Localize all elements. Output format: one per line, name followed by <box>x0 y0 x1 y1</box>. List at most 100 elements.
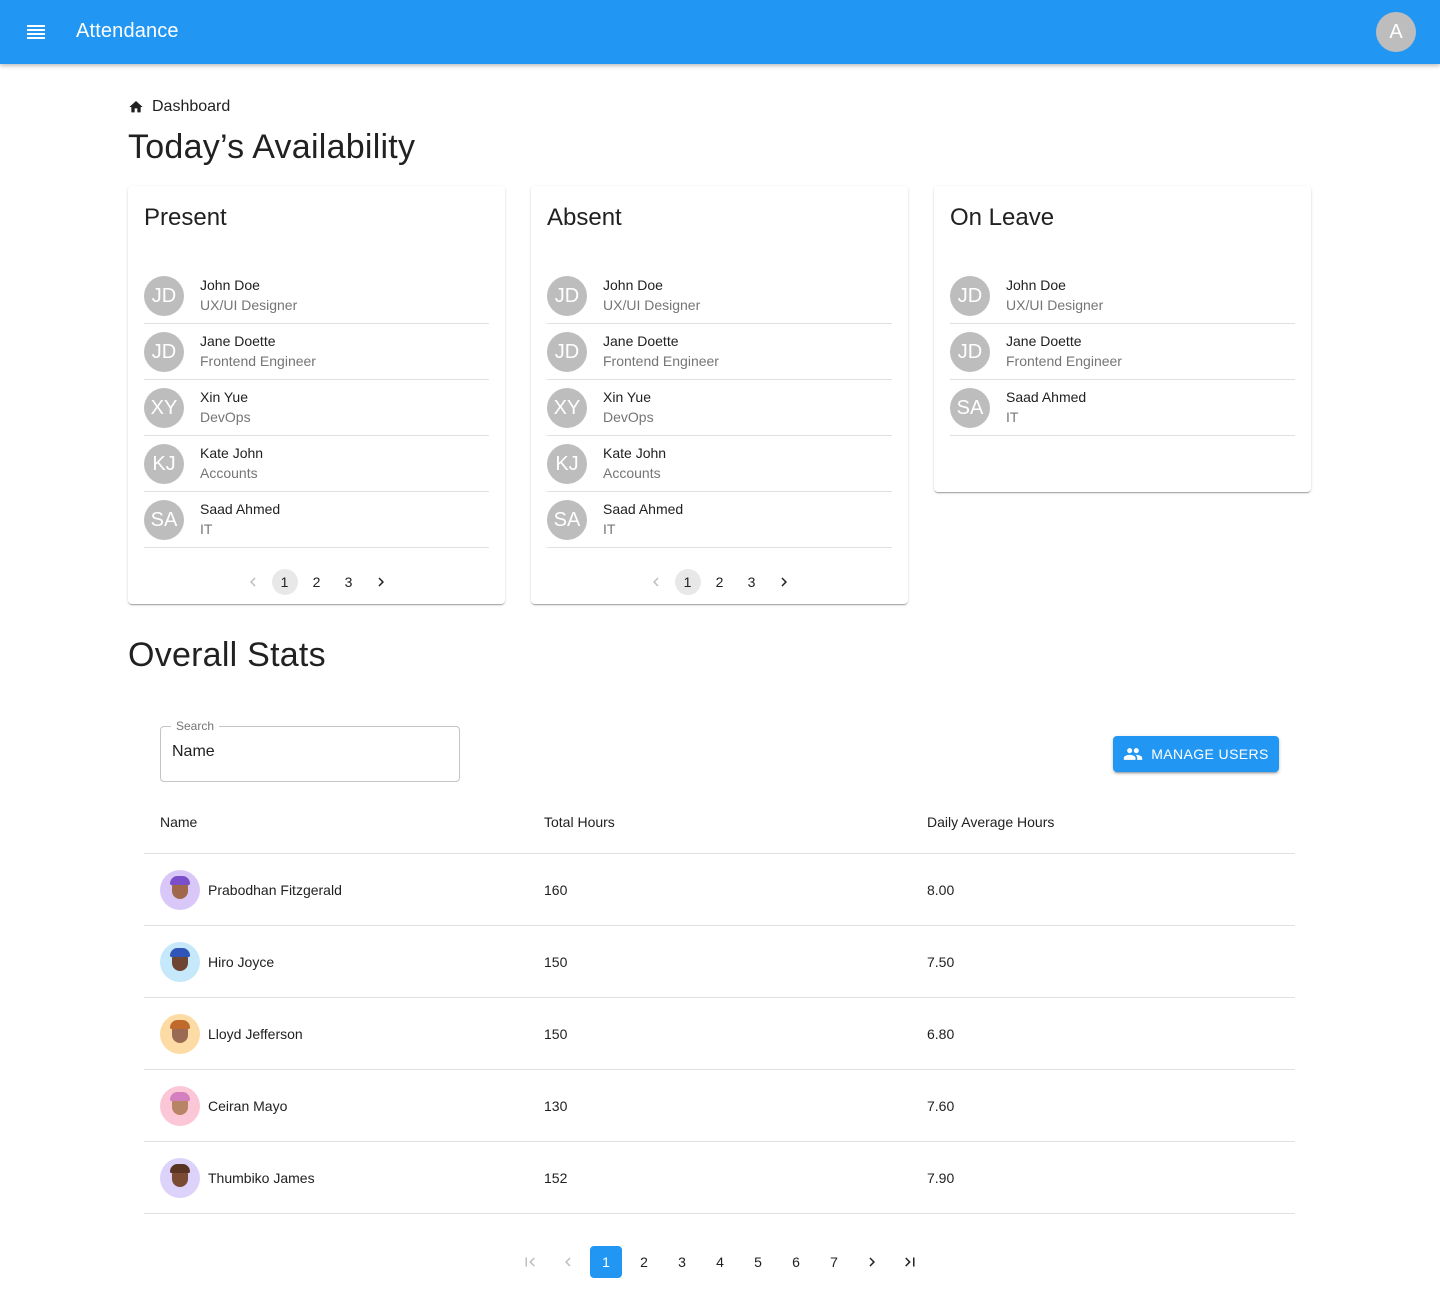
avatar: JD <box>950 332 990 372</box>
page-button[interactable]: 5 <box>742 1246 774 1278</box>
menu-icon[interactable] <box>24 20 48 44</box>
search-input[interactable] <box>172 743 442 761</box>
next-page-icon[interactable] <box>368 569 394 595</box>
page-button[interactable]: 3 <box>336 569 362 595</box>
search-field[interactable]: Search <box>160 719 460 782</box>
present-card: Present JD John Doe UX/UI Designer JD Jane D… <box>128 186 505 604</box>
page-button[interactable]: 6 <box>780 1246 812 1278</box>
person-name: Saad Ahmed <box>200 501 281 517</box>
availability-title: Today’s Availability <box>128 128 416 166</box>
stats-table: Name Total Hours Daily Average Hours Pra… <box>144 790 1295 1214</box>
breadcrumb[interactable]: Dashboard <box>128 98 230 116</box>
daily-average: 7.90 <box>927 1169 955 1186</box>
person-role: Accounts <box>603 465 661 481</box>
user-avatar-icon <box>160 1085 200 1126</box>
page-button[interactable]: 4 <box>704 1246 736 1278</box>
manage-users-label: MANAGE USERS <box>1151 746 1269 762</box>
list-item[interactable]: JD Jane Doette Frontend Engineer <box>950 324 1295 380</box>
avatar: JD <box>950 276 990 316</box>
header-total-hours[interactable]: Total Hours <box>544 814 615 830</box>
page-button[interactable]: 3 <box>666 1246 698 1278</box>
page-button[interactable]: 1 <box>271 569 298 595</box>
home-icon <box>129 101 143 113</box>
table-row[interactable]: Hiro Joyce 150 7.50 <box>144 926 1295 998</box>
daily-average: 6.80 <box>927 1025 955 1042</box>
list-item[interactable]: KJ Kate John Accounts <box>144 436 489 492</box>
list-item[interactable]: JD John Doe UX/UI Designer <box>144 268 489 324</box>
table-row[interactable]: Ceiran Mayo 130 7.60 <box>144 1070 1295 1142</box>
user-name: Hiro Joyce <box>208 953 275 970</box>
list-item[interactable]: JD Jane Doette Frontend Engineer <box>144 324 489 380</box>
page-button[interactable]: 2 <box>707 569 733 595</box>
card-title: On Leave <box>950 204 1055 231</box>
avatar: SA <box>950 388 990 428</box>
user-avatar[interactable]: A <box>1376 12 1416 52</box>
user-name: Ceiran Mayo <box>208 1097 288 1114</box>
person-name: Xin Yue <box>200 389 249 405</box>
list-item[interactable]: SA Saad Ahmed IT <box>144 492 489 548</box>
header-name[interactable]: Name <box>160 814 197 830</box>
table-body: Prabodhan Fitzgerald 160 8.00 Hiro Joyce 150… <box>144 854 1295 1214</box>
last-page-icon[interactable] <box>894 1246 926 1278</box>
total-hours: 130 <box>544 1097 568 1114</box>
total-hours: 152 <box>544 1169 568 1186</box>
card-title: Absent <box>547 204 622 231</box>
list-item[interactable]: JD John Doe UX/UI Designer <box>950 268 1295 324</box>
name-cell: Thumbiko James <box>160 1157 315 1198</box>
stats-title: Overall Stats <box>128 636 326 674</box>
manage-users-button[interactable]: MANAGE USERS <box>1113 736 1279 772</box>
avatar: KJ <box>547 444 587 484</box>
people-list: JD John Doe UX/UI Designer JD Jane Doette Fro… <box>950 268 1295 436</box>
user-avatar-icon <box>160 1157 200 1198</box>
person-name: Jane Doette <box>200 333 276 349</box>
people-list: JD John Doe UX/UI Designer JD Jane Doette Fro… <box>547 268 892 548</box>
next-page-icon[interactable] <box>856 1246 888 1278</box>
table-row[interactable]: Lloyd Jefferson 150 6.80 <box>144 998 1295 1070</box>
page-button[interactable]: 3 <box>739 569 765 595</box>
person-role: Accounts <box>200 465 258 481</box>
people-list: JD John Doe UX/UI Designer JD Jane Doette Fro… <box>144 268 489 548</box>
table-row[interactable]: Prabodhan Fitzgerald 160 8.00 <box>144 854 1295 926</box>
total-hours: 160 <box>544 881 568 898</box>
avatar: SA <box>144 500 184 540</box>
avatar: KJ <box>144 444 184 484</box>
page-button[interactable]: 2 <box>304 569 330 595</box>
header-daily-average[interactable]: Daily Average Hours <box>927 814 1054 830</box>
list-item[interactable]: SA Saad Ahmed IT <box>950 380 1295 436</box>
person-role: DevOps <box>200 409 251 425</box>
card-pagination: 123 <box>531 566 908 598</box>
name-cell: Hiro Joyce <box>160 941 275 982</box>
list-item[interactable]: JD Jane Doette Frontend Engineer <box>547 324 892 380</box>
person-name: Kate John <box>603 445 667 461</box>
person-name: Kate John <box>200 445 264 461</box>
prev-page-icon[interactable] <box>643 569 669 595</box>
next-page-icon[interactable] <box>771 569 797 595</box>
person-role: Frontend Engineer <box>603 353 719 369</box>
page-button[interactable]: 1 <box>590 1246 622 1278</box>
list-item[interactable]: XY Xin Yue DevOps <box>547 380 892 436</box>
avatar: JD <box>547 276 587 316</box>
table-header: Name Total Hours Daily Average Hours <box>144 790 1295 854</box>
table-pagination: 1234567 <box>128 1246 1312 1278</box>
list-item[interactable]: JD John Doe UX/UI Designer <box>547 268 892 324</box>
table-row[interactable]: Thumbiko James 152 7.90 <box>144 1142 1295 1214</box>
list-item[interactable]: XY Xin Yue DevOps <box>144 380 489 436</box>
first-page-icon[interactable] <box>514 1246 546 1278</box>
list-item[interactable]: SA Saad Ahmed IT <box>547 492 892 548</box>
card-pagination: 123 <box>128 566 505 598</box>
prev-page-icon[interactable] <box>240 569 266 595</box>
user-name: Lloyd Jefferson <box>208 1025 303 1042</box>
person-name: Jane Doette <box>603 333 679 349</box>
prev-page-icon[interactable] <box>552 1246 584 1278</box>
person-name: Saad Ahmed <box>1006 389 1087 405</box>
on-leave-card: On Leave JD John Doe UX/UI Designer JD Jane … <box>934 186 1311 492</box>
page-button[interactable]: 1 <box>674 569 701 595</box>
page-button[interactable]: 7 <box>818 1246 850 1278</box>
list-item[interactable]: KJ Kate John Accounts <box>547 436 892 492</box>
person-name: Saad Ahmed <box>603 501 684 517</box>
avatar: XY <box>547 388 587 428</box>
app-bar: Attendance A <box>0 0 1440 64</box>
page-button[interactable]: 2 <box>628 1246 660 1278</box>
avatar: JD <box>144 332 184 372</box>
person-name: John Doe <box>200 277 260 293</box>
